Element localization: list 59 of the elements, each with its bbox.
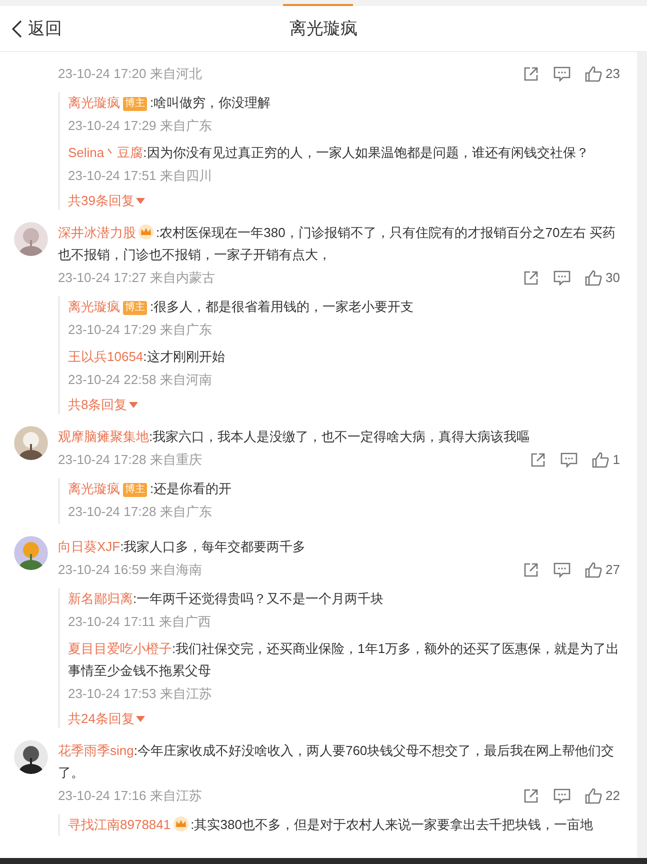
- like-icon[interactable]: [584, 270, 602, 286]
- like-count: 23: [606, 65, 620, 83]
- reply-text: 新名鄙归离:一年两千还觉得贵吗？又不是一个月两千块: [68, 590, 385, 608]
- comment-icon[interactable]: [560, 452, 578, 468]
- like-icon[interactable]: [584, 788, 602, 804]
- comment-time: 23-10-24 16:59 来自海南: [58, 561, 202, 579]
- comment-time: 23-10-24 17:28 来自重庆: [58, 451, 202, 469]
- reply-time: 23-10-24 22:58 来自河南: [68, 371, 212, 389]
- caret-icon: [129, 402, 138, 408]
- reply-text: 寻找江南8978841 :其实380也不多，但是对于农村人来说一家要拿出去千把块钱，一亩地: [68, 815, 594, 834]
- blogger-badge: 博主: [123, 483, 147, 497]
- page-title: 离光璇疯: [290, 19, 358, 38]
- comment-icon[interactable]: [552, 562, 571, 578]
- comment-icon[interactable]: [552, 66, 571, 82]
- more-replies-link[interactable]: 共24条回复: [68, 710, 146, 728]
- share-icon[interactable]: [522, 788, 539, 804]
- comment-text: 向日葵XJF:我家人口多，每年交都要两千多: [58, 538, 307, 556]
- blogger-badge: 博主: [123, 301, 147, 315]
- scrollbar[interactable]: [637, 52, 647, 858]
- comment-time: 23-10-24 17:16 来自江苏: [58, 787, 202, 805]
- reply-text: 夏目目爱吃小橙子:我们社保交完，还买商业保险，1年1万多，额外的还买了医惠保，就是为了出事情至少金钱不拖累父母: [68, 640, 620, 680]
- like-icon[interactable]: [592, 452, 609, 468]
- crown-icon: [138, 224, 154, 240]
- reply-text: 离光璇疯 博主 :还是你看的开: [68, 480, 233, 499]
- comment-time: 23-10-24 17:27 来自内蒙古: [58, 269, 215, 287]
- like-count: 27: [606, 561, 620, 579]
- share-icon[interactable]: [522, 270, 539, 286]
- reply-time: 23-10-24 17:29 来自广东: [68, 117, 212, 135]
- caret-icon: [136, 716, 146, 722]
- like-icon[interactable]: [584, 562, 602, 578]
- reply-time: 23-10-24 17:11 来自广西: [68, 613, 211, 631]
- comment-text: 花季雨季sing:今年庄家收成不好没啥收入，两人要760块钱父母不想交了，最后我在网上帮他们交了。: [58, 742, 616, 782]
- share-icon[interactable]: [530, 452, 546, 468]
- caret-icon: [136, 198, 146, 204]
- comment-text: 观摩脑瘫聚集地:我家六口，我本人是没缴了，也不一定得啥大病，真得大病该我嘔: [58, 428, 531, 446]
- back-button[interactable]: 返回: [12, 17, 62, 40]
- reply-text: 离光璇疯 博主 :啥叫做穷，你没理解: [68, 94, 272, 113]
- like-icon[interactable]: [584, 66, 602, 82]
- reply-time: 23-10-24 17:53 来自江苏: [68, 685, 212, 703]
- comment-time: 23-10-24 17:20 来自河北: [58, 65, 202, 83]
- share-icon[interactable]: [522, 66, 539, 82]
- reply-time: 23-10-24 17:51 来自四川: [68, 167, 212, 185]
- share-icon[interactable]: [522, 562, 539, 578]
- comment-icon[interactable]: [552, 270, 571, 286]
- back-icon: [12, 20, 22, 38]
- reply-text: Selina丶豆腐:因为你没有见过真正穷的人，一家人如果温饱都是问题，谁还有闲钱交社保？: [68, 144, 590, 162]
- blogger-badge: 博主: [123, 97, 147, 111]
- like-count: 22: [606, 787, 620, 805]
- comment-icon[interactable]: [552, 788, 571, 804]
- like-count: 30: [606, 269, 620, 287]
- reply-text: 离光璇疯 博主 :很多人，都是很省着用钱的，一家老小要开支: [68, 298, 415, 317]
- reply-time: 23-10-24 17:28 来自广东: [68, 503, 212, 521]
- more-replies-link[interactable]: 共39条回复: [68, 192, 146, 210]
- comment-text: 深井冰潜力股 :农村医保现在一年380，门诊报销不了，只有住院有的才报销百分之70左右 买药也不报销，门诊也不报销，一家子开销有点大，: [58, 223, 616, 264]
- like-count: 1: [612, 451, 620, 469]
- reply-time: 23-10-24 17:29 来自广东: [68, 321, 212, 339]
- crown-icon: [172, 816, 189, 832]
- reply-text: 王以兵10654:这才刚刚开始: [68, 348, 226, 366]
- more-replies-link[interactable]: 共8条回复: [68, 396, 138, 414]
